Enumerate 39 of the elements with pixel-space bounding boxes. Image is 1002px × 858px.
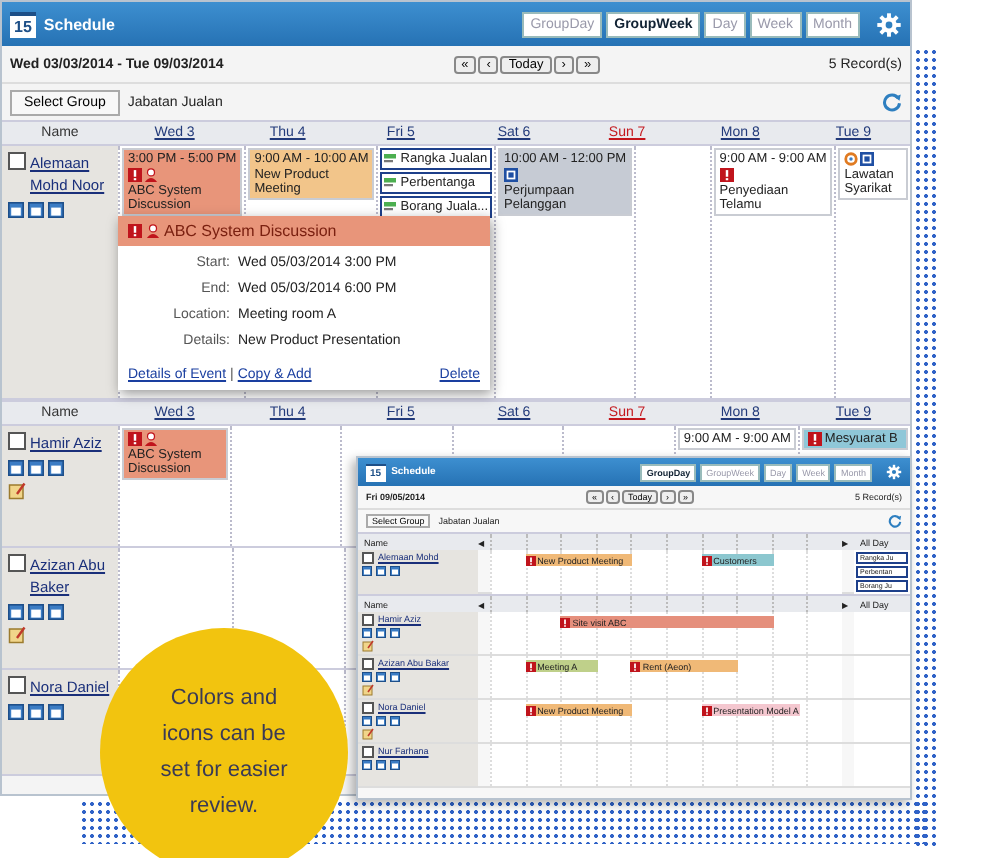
window-title: Schedule xyxy=(43,15,117,33)
alert-icon xyxy=(128,432,142,446)
alert-icon xyxy=(525,555,536,565)
note-icon[interactable] xyxy=(362,640,374,652)
checkbox[interactable] xyxy=(8,554,26,572)
refresh-icon[interactable] xyxy=(888,514,902,528)
checkbox[interactable] xyxy=(362,614,374,626)
alert-icon xyxy=(560,617,571,627)
settings-icon[interactable] xyxy=(876,11,902,37)
note-icon[interactable] xyxy=(8,626,26,644)
checkbox[interactable] xyxy=(362,552,374,564)
person-icon xyxy=(144,432,158,446)
popup-title: ABC System Discussion xyxy=(164,222,337,240)
info-icon xyxy=(504,168,519,182)
alert-icon xyxy=(525,661,536,671)
checkbox[interactable] xyxy=(8,152,26,170)
note-icon[interactable] xyxy=(362,684,374,696)
alert-icon xyxy=(701,705,712,715)
alert-icon xyxy=(525,705,536,715)
alert-icon xyxy=(719,168,734,182)
person-icon xyxy=(144,168,158,182)
checkbox[interactable] xyxy=(8,432,26,450)
settings-icon[interactable] xyxy=(886,464,902,480)
note-icon[interactable] xyxy=(362,728,374,740)
person-icon xyxy=(146,224,160,238)
alert-icon xyxy=(630,661,641,671)
refresh-icon[interactable] xyxy=(882,92,902,112)
recurring-icon xyxy=(844,152,859,166)
checkbox[interactable] xyxy=(8,676,26,694)
alert-icon xyxy=(701,555,712,565)
alert-icon xyxy=(128,224,142,238)
note-icon[interactable] xyxy=(8,482,26,500)
calendar-icon: 15 xyxy=(10,11,36,37)
checkbox[interactable] xyxy=(362,746,374,758)
alert-icon xyxy=(128,168,142,182)
checkbox[interactable] xyxy=(362,658,374,670)
checkbox[interactable] xyxy=(362,702,374,714)
info-icon xyxy=(860,152,875,166)
alert-icon xyxy=(808,432,823,446)
